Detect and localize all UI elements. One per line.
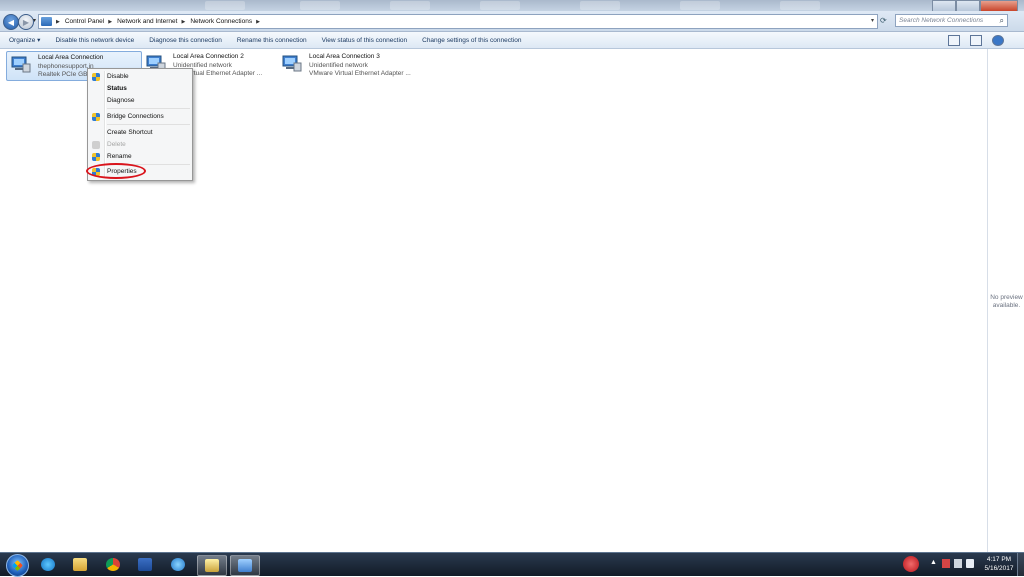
background-tab bbox=[580, 1, 620, 10]
organize-menu[interactable]: Organize ▾ bbox=[9, 36, 40, 44]
connection-item-local-area-connection-3[interactable]: Local Area Connection 3 Unidentified net… bbox=[278, 51, 418, 79]
breadcrumb-separator-icon[interactable]: ▶ bbox=[56, 19, 60, 25]
background-tab bbox=[680, 1, 720, 10]
show-hidden-icons-icon[interactable]: ▲ bbox=[930, 559, 937, 566]
chrome-icon bbox=[106, 558, 120, 571]
search-icon[interactable]: ⌕ bbox=[1000, 16, 1004, 26]
window-title-strip bbox=[0, 0, 1024, 12]
search-placeholder: Search Network Connections bbox=[899, 17, 984, 24]
breadcrumb-network-and-internet[interactable]: Network and Internet bbox=[117, 18, 177, 25]
recent-pages-dropdown[interactable]: ▾ bbox=[33, 17, 36, 24]
network-tray-icon[interactable] bbox=[954, 559, 962, 568]
background-tab bbox=[300, 1, 340, 10]
search-input[interactable]: Search Network Connections ⌕ bbox=[895, 14, 1008, 27]
menu-item-status[interactable]: Status bbox=[107, 85, 127, 92]
preview-pane: No preview available. bbox=[987, 49, 1024, 552]
forward-arrow-icon: ▶ bbox=[22, 17, 30, 27]
connection-network: Unidentified network bbox=[309, 62, 368, 69]
breadcrumb-separator-icon[interactable]: ▶ bbox=[108, 19, 112, 25]
network-connections-icon bbox=[238, 559, 252, 572]
admin-shield-icon bbox=[92, 113, 100, 121]
menu-gutter bbox=[104, 71, 106, 178]
network-adapter-icon bbox=[11, 56, 31, 73]
start-button[interactable] bbox=[6, 554, 29, 577]
clock[interactable]: 4:17 PM 5/16/2017 bbox=[982, 555, 1016, 573]
back-button[interactable]: ◀ bbox=[3, 14, 19, 30]
breadcrumb-separator-icon[interactable]: ▶ bbox=[256, 19, 260, 25]
taskbar: ▲ 4:17 PM 5/16/2017 bbox=[0, 552, 1024, 577]
change-settings-button[interactable]: Change settings of this connection bbox=[422, 37, 521, 44]
preview-message: No preview available. bbox=[988, 294, 1024, 310]
network-adapter-icon bbox=[282, 55, 302, 72]
show-desktop-button[interactable] bbox=[1017, 553, 1024, 576]
breadcrumb-control-panel[interactable]: Control Panel bbox=[65, 18, 104, 25]
forward-button[interactable]: ▶ bbox=[18, 14, 34, 30]
connection-name: Local Area Connection 2 bbox=[173, 53, 244, 60]
address-history-dropdown-icon[interactable]: ▾ bbox=[871, 17, 874, 24]
highlight-annotation-ring bbox=[86, 163, 146, 179]
breadcrumb-network-connections[interactable]: Network Connections bbox=[190, 18, 252, 25]
taskbar-browser[interactable] bbox=[164, 555, 192, 574]
rename-connection-button[interactable]: Rename this connection bbox=[237, 37, 307, 44]
admin-shield-icon bbox=[92, 153, 100, 161]
breadcrumb-separator-icon[interactable]: ▶ bbox=[181, 19, 185, 25]
system-tray: ▲ 4:17 PM 5/16/2017 bbox=[900, 553, 1024, 576]
taskbar-word[interactable] bbox=[131, 555, 159, 574]
folder-icon bbox=[73, 558, 87, 571]
address-bar[interactable]: ▶ Control Panel ▶ Network and Internet ▶… bbox=[38, 14, 878, 29]
menu-item-rename[interactable]: Rename bbox=[107, 153, 132, 160]
window-controls bbox=[932, 0, 1018, 12]
preview-message-line1: No preview bbox=[990, 294, 1023, 301]
change-view-icon[interactable] bbox=[948, 35, 960, 46]
connection-adapter: Realtek PCIe GBE bbox=[38, 71, 92, 78]
background-tab bbox=[780, 1, 820, 10]
menu-separator bbox=[107, 124, 190, 125]
preview-pane-icon[interactable] bbox=[970, 35, 982, 46]
help-icon[interactable] bbox=[992, 35, 1004, 46]
disable-device-button[interactable]: Disable this network device bbox=[55, 37, 134, 44]
menu-item-disable[interactable]: Disable bbox=[107, 73, 129, 80]
menu-separator bbox=[107, 108, 190, 109]
background-tab bbox=[480, 1, 520, 10]
word-icon bbox=[138, 558, 152, 571]
browser-e-icon bbox=[171, 558, 185, 571]
connection-name: Local Area Connection 3 bbox=[309, 53, 380, 60]
action-center-flag-icon[interactable] bbox=[942, 559, 950, 568]
taskbar-folder[interactable] bbox=[197, 555, 227, 576]
clock-date: 5/16/2017 bbox=[984, 565, 1014, 572]
windows-logo-icon bbox=[12, 560, 23, 571]
view-controls bbox=[948, 35, 1004, 46]
taskbar-internet-explorer[interactable] bbox=[34, 555, 62, 574]
admin-shield-icon bbox=[92, 141, 100, 149]
diagnose-connection-button[interactable]: Diagnose this connection bbox=[149, 37, 222, 44]
taskbar-chrome[interactable] bbox=[99, 555, 127, 574]
menu-item-bridge-connections[interactable]: Bridge Connections bbox=[107, 113, 164, 120]
back-arrow-icon: ◀ bbox=[7, 17, 15, 27]
menu-item-create-shortcut[interactable]: Create Shortcut bbox=[107, 129, 153, 136]
internet-explorer-icon bbox=[41, 558, 55, 571]
taskbar-network-connections[interactable] bbox=[230, 555, 260, 576]
clock-time: 4:17 PM bbox=[986, 556, 1012, 563]
admin-shield-icon bbox=[92, 73, 100, 81]
background-tab bbox=[205, 1, 245, 10]
preview-message-line2: available. bbox=[992, 302, 1021, 309]
taskbar-file-explorer[interactable] bbox=[66, 555, 94, 574]
menu-item-diagnose[interactable]: Diagnose bbox=[107, 97, 134, 104]
menu-item-delete: Delete bbox=[107, 141, 126, 148]
connection-name: Local Area Connection bbox=[38, 54, 104, 61]
connection-adapter: VMware Virtual Ethernet Adapter ... bbox=[309, 70, 411, 77]
control-panel-icon bbox=[41, 17, 52, 26]
volume-icon[interactable] bbox=[966, 559, 974, 568]
refresh-icon[interactable]: ⟳ bbox=[880, 16, 887, 25]
open-folder-icon bbox=[205, 559, 219, 572]
command-bar: Organize ▾ Disable this network device D… bbox=[0, 32, 1024, 49]
background-tab bbox=[390, 1, 430, 10]
address-row: ◀ ▶ ▾ ▶ Control Panel ▶ Network and Inte… bbox=[0, 11, 1024, 32]
help-support-icon[interactable] bbox=[903, 556, 919, 572]
connection-network: thephonesupport.in bbox=[38, 63, 94, 70]
view-status-button[interactable]: View status of this connection bbox=[322, 37, 408, 44]
